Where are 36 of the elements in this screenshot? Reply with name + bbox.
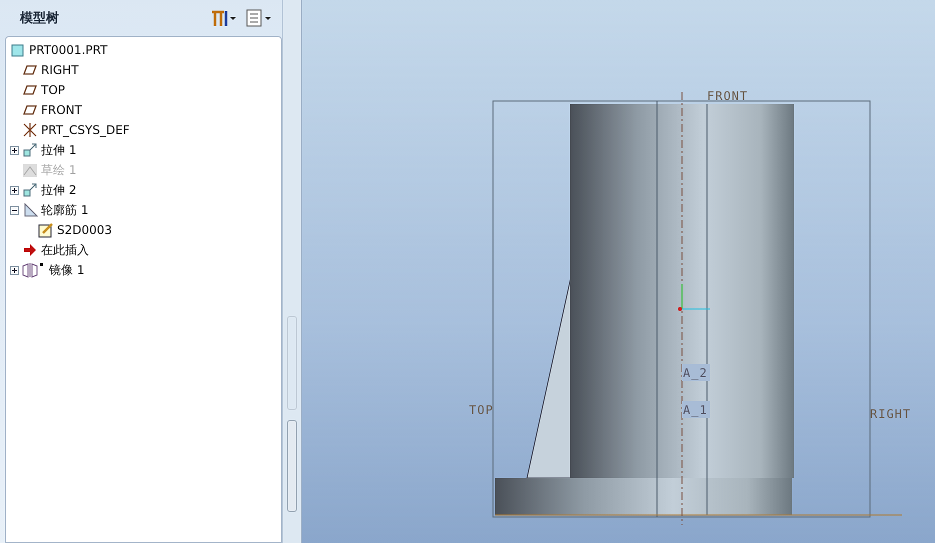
extrude-icon xyxy=(22,182,38,198)
tree-item[interactable]: 拉伸 2 xyxy=(41,182,76,198)
list-icon xyxy=(246,9,272,27)
cube-icon xyxy=(10,42,26,58)
datum-plane-label: FRONT xyxy=(707,89,748,103)
expand-toggle[interactable] xyxy=(10,146,19,154)
extrude-icon xyxy=(22,142,38,158)
tree-item[interactable]: PRT_CSYS_DEF xyxy=(41,123,130,137)
tree-item[interactable]: 在此插入 xyxy=(41,242,89,258)
tree-item[interactable]: 镜像 1 xyxy=(49,262,84,278)
tree-item[interactable]: TOP xyxy=(41,83,66,97)
panel-title: 模型树 xyxy=(20,10,60,27)
tree-item[interactable]: PRT0001.PRT xyxy=(29,43,108,57)
datum-plane-label: TOP xyxy=(469,403,494,417)
coordinate-system-icon xyxy=(22,122,38,138)
tree-item[interactable]: 拉伸 1 xyxy=(41,142,76,158)
sketch-icon xyxy=(22,162,38,178)
coordinate-axes-icon xyxy=(678,284,710,311)
tree-item[interactable]: FRONT xyxy=(41,103,82,117)
tree-item[interactable]: RIGHT xyxy=(41,63,79,77)
rib-icon xyxy=(22,202,38,218)
resize-handle[interactable] xyxy=(287,420,297,512)
expand-toggle[interactable] xyxy=(10,186,19,194)
axis-label: A_1 xyxy=(683,403,708,417)
show-dropdown-button[interactable] xyxy=(244,7,274,29)
axis-label: A_2 xyxy=(683,366,708,380)
tree-item[interactable]: S2D0003 xyxy=(57,223,112,237)
tree-item[interactable]: 轮廓筋 1 xyxy=(41,202,88,218)
expand-toggle[interactable] xyxy=(10,206,19,214)
datum-plane-label: RIGHT xyxy=(870,407,912,421)
expand-toggle[interactable] xyxy=(10,266,19,274)
resize-handle[interactable] xyxy=(287,316,297,410)
mirror-icon xyxy=(22,262,46,278)
tools-icon xyxy=(210,9,236,27)
pencil-icon xyxy=(38,222,54,238)
arrow-icon xyxy=(22,242,38,258)
